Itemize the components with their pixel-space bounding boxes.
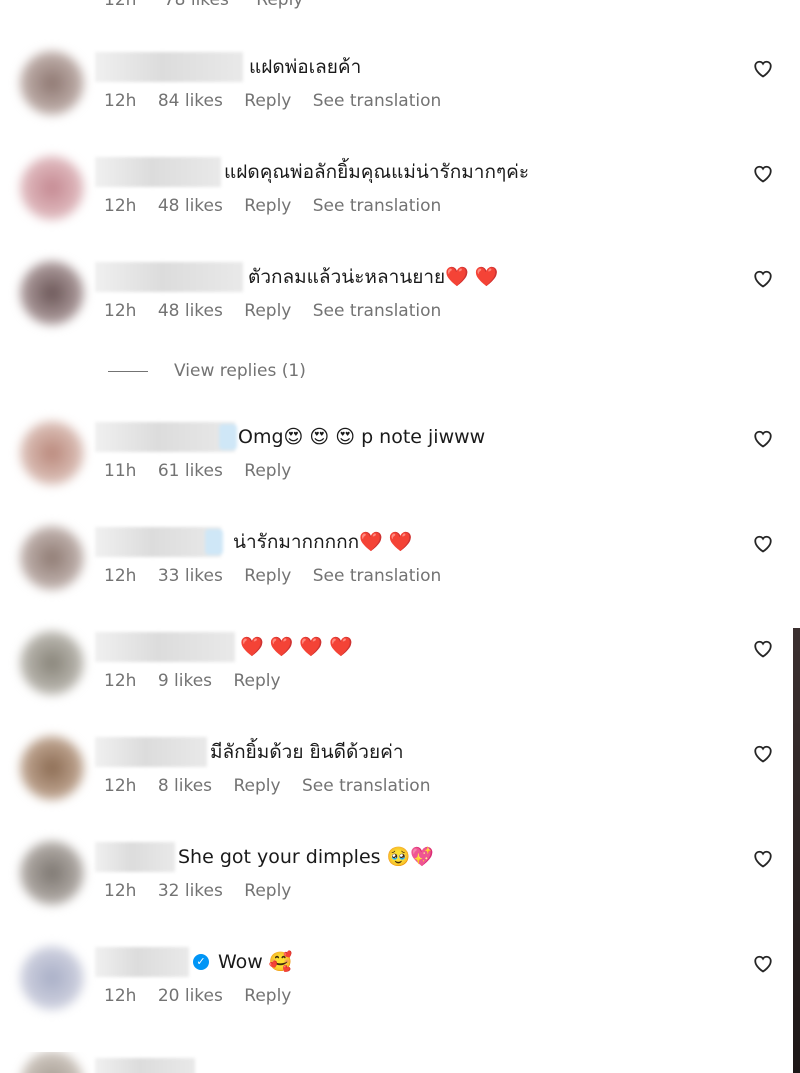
reply-button[interactable]: Reply bbox=[233, 671, 280, 691]
avatar[interactable] bbox=[20, 631, 84, 695]
comment-meta: 12h 48 likes Reply See translation bbox=[104, 195, 457, 217]
comment-likes[interactable]: 9 likes bbox=[158, 671, 212, 691]
comment-item: แฝดคุณพ่อลักยิ้มคุณแม่น่ารักมากๆค่ะ 12h … bbox=[0, 156, 793, 247]
like-heart-icon[interactable] bbox=[752, 848, 774, 868]
comment-text: Omg😍 😍 😍 p note jiwww bbox=[238, 426, 486, 448]
username[interactable] bbox=[95, 52, 243, 82]
comment-meta: 12h 48 likes Reply See translation bbox=[104, 300, 457, 322]
avatar[interactable] bbox=[20, 156, 84, 220]
avatar[interactable] bbox=[20, 841, 84, 905]
comment-time: 12h bbox=[104, 881, 137, 901]
comment-item: Omg😍 😍 😍 p note jiwww 11h 61 likes Reply bbox=[0, 421, 793, 512]
reply-button[interactable]: Reply bbox=[244, 301, 291, 321]
username[interactable] bbox=[95, 422, 237, 452]
username[interactable] bbox=[95, 947, 189, 977]
like-heart-icon[interactable] bbox=[752, 428, 774, 448]
reply-button[interactable]: Reply bbox=[233, 776, 280, 796]
reply-button[interactable]: Reply bbox=[244, 566, 291, 586]
see-translation-button[interactable]: See translation bbox=[313, 91, 442, 111]
comment-text: แฝดพ่อเลยค้า bbox=[249, 56, 362, 78]
comment-item: แฝดพ่อเลยค้า 12h 84 likes Reply See tran… bbox=[0, 51, 793, 142]
see-translation-button[interactable]: See translation bbox=[313, 196, 442, 216]
comment-likes[interactable]: 48 likes bbox=[158, 196, 223, 216]
avatar[interactable] bbox=[20, 1052, 84, 1073]
username[interactable] bbox=[95, 262, 243, 292]
comment-time: 12h bbox=[104, 986, 137, 1006]
reply-button[interactable]: Reply bbox=[244, 986, 291, 1006]
comment-time: 12h bbox=[104, 0, 137, 10]
see-translation-button[interactable]: See translation bbox=[313, 301, 442, 321]
previous-comment-meta: 12h 78 likes Reply bbox=[104, 0, 325, 10]
comment-text: She got your dimples 🥹💖 bbox=[178, 846, 434, 868]
divider-line bbox=[108, 371, 148, 372]
comment-meta: 12h 9 likes Reply bbox=[104, 670, 297, 692]
comment-meta: 12h 33 likes Reply See translation bbox=[104, 565, 457, 587]
comment-item: She got your dimples 🥹💖 12h 32 likes Rep… bbox=[0, 841, 793, 932]
comment-meta: 12h 8 likes Reply See translation bbox=[104, 775, 446, 797]
comment-item: มีลักยิ้มด้วย ยินดีด้วยค่า 12h 8 likes R… bbox=[0, 736, 793, 827]
comment-meta: 12h 32 likes Reply bbox=[104, 880, 307, 902]
avatar[interactable] bbox=[20, 736, 84, 800]
comment-likes[interactable]: 20 likes bbox=[158, 986, 223, 1006]
comment-time: 12h bbox=[104, 566, 137, 586]
avatar[interactable] bbox=[20, 51, 84, 115]
comment-item: น่ารักมากกกกก❤️ ❤️ 12h 33 likes Reply Se… bbox=[0, 526, 793, 617]
username[interactable] bbox=[95, 737, 207, 767]
comment-time: 12h bbox=[104, 776, 137, 796]
comment-text: ❤️ ❤️ ❤️ ❤️ bbox=[240, 636, 353, 658]
username[interactable] bbox=[95, 632, 235, 662]
comment-text: ตัวกลมแล้วน่ะหลานยาย❤️ ❤️ bbox=[248, 266, 499, 288]
comment-likes[interactable]: 48 likes bbox=[158, 301, 223, 321]
username[interactable] bbox=[95, 157, 221, 187]
avatar[interactable] bbox=[20, 261, 84, 325]
comment-likes[interactable]: 32 likes bbox=[158, 881, 223, 901]
reply-button[interactable]: Reply bbox=[244, 461, 291, 481]
comment-text: Wow 🥰 bbox=[218, 951, 293, 973]
comment-meta: 12h 84 likes Reply See translation bbox=[104, 90, 457, 112]
scroll-edge bbox=[793, 0, 800, 1073]
like-heart-icon[interactable] bbox=[752, 533, 774, 553]
comment-item: ตัวกลมแล้วน่ะหลานยาย❤️ ❤️ 12h 48 likes R… bbox=[0, 261, 793, 352]
comment-text: มีลักยิ้มด้วย ยินดีด้วยค่า bbox=[210, 741, 404, 763]
username[interactable] bbox=[95, 842, 175, 872]
username[interactable] bbox=[95, 1058, 195, 1073]
like-heart-icon[interactable] bbox=[752, 953, 774, 973]
comment-time: 11h bbox=[104, 461, 137, 481]
comment-time: 12h bbox=[104, 91, 137, 111]
like-heart-icon[interactable] bbox=[752, 163, 774, 183]
comment-likes[interactable]: 78 likes bbox=[164, 0, 229, 10]
reply-button[interactable]: Reply bbox=[244, 881, 291, 901]
comment-time: 12h bbox=[104, 671, 137, 691]
avatar[interactable] bbox=[20, 421, 84, 485]
reply-button[interactable]: Reply bbox=[256, 0, 303, 10]
comment-item-partial bbox=[0, 1052, 793, 1073]
comment-likes[interactable]: 33 likes bbox=[158, 566, 223, 586]
comment-likes[interactable]: 84 likes bbox=[158, 91, 223, 111]
like-heart-icon[interactable] bbox=[752, 58, 774, 78]
avatar[interactable] bbox=[20, 526, 84, 590]
username[interactable] bbox=[95, 527, 223, 557]
comment-meta: 11h 61 likes Reply bbox=[104, 460, 307, 482]
see-translation-button[interactable]: See translation bbox=[302, 776, 431, 796]
like-heart-icon[interactable] bbox=[752, 743, 774, 763]
see-translation-button[interactable]: See translation bbox=[313, 566, 442, 586]
like-heart-icon[interactable] bbox=[752, 268, 774, 288]
comment-time: 12h bbox=[104, 196, 137, 216]
comment-text: น่ารักมากกกกก❤️ ❤️ bbox=[233, 531, 413, 553]
like-heart-icon[interactable] bbox=[752, 638, 774, 658]
verified-badge-icon: ✓ bbox=[193, 954, 209, 970]
comment-time: 12h bbox=[104, 301, 137, 321]
comment-text: แฝดคุณพ่อลักยิ้มคุณแม่น่ารักมากๆค่ะ bbox=[224, 161, 530, 183]
view-replies-label[interactable]: View replies (1) bbox=[174, 358, 306, 384]
reply-button[interactable]: Reply bbox=[244, 91, 291, 111]
reply-button[interactable]: Reply bbox=[244, 196, 291, 216]
comment-item: ✓ Wow 🥰 12h 20 likes Reply bbox=[0, 946, 793, 1037]
comment-item: ❤️ ❤️ ❤️ ❤️ 12h 9 likes Reply bbox=[0, 631, 793, 722]
comment-likes[interactable]: 8 likes bbox=[158, 776, 212, 796]
comment-likes[interactable]: 61 likes bbox=[158, 461, 223, 481]
avatar[interactable] bbox=[20, 946, 84, 1010]
comment-meta: 12h 20 likes Reply bbox=[104, 985, 307, 1007]
